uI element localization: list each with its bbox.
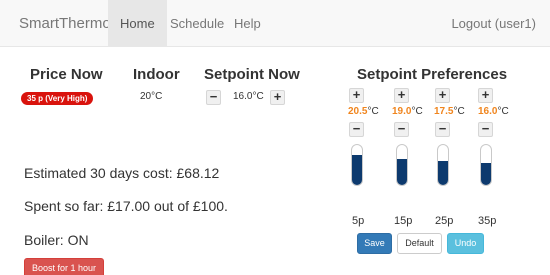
- default-button[interactable]: Default: [397, 233, 442, 254]
- price-badge: 35 p (Very High): [21, 92, 94, 105]
- setpoint-now-heading: Setpoint Now: [204, 66, 300, 83]
- nav-help[interactable]: Help: [222, 0, 273, 46]
- navbar: SmartThermo Home Schedule Help Logout (u…: [0, 0, 550, 47]
- pref-4-increase-button[interactable]: +: [478, 88, 493, 103]
- pref-4-value: 16.0°C: [478, 106, 509, 117]
- pref-3-value: 17.5°C: [434, 106, 465, 117]
- pref-1-bar[interactable]: [351, 144, 363, 186]
- pref-2-bar[interactable]: [396, 144, 408, 186]
- pref-3-bar[interactable]: [437, 144, 449, 186]
- spent-so-far: Spent so far: £17.00 out of £100.: [24, 198, 228, 214]
- indoor-heading: Indoor: [133, 66, 180, 83]
- setpoint-value: 16.0°C: [233, 91, 264, 102]
- pref-4-bar[interactable]: [480, 144, 492, 186]
- save-button[interactable]: Save: [357, 233, 392, 254]
- pref-1-decrease-button[interactable]: −: [349, 122, 364, 137]
- undo-button[interactable]: Undo: [447, 233, 484, 254]
- boiler-status: Boiler: ON: [24, 232, 89, 248]
- logout-link[interactable]: Logout (user1): [439, 0, 548, 46]
- boost-button[interactable]: Boost for 1 hour: [24, 258, 104, 275]
- pref-2-bar-fill: [397, 158, 407, 185]
- setpoint-decrease-button[interactable]: −: [206, 90, 221, 105]
- pref-3-label: 25p: [435, 215, 454, 227]
- pref-2-increase-button[interactable]: +: [394, 88, 409, 103]
- pref-1-value: 20.5°C: [348, 106, 379, 117]
- setpoint-preferences-heading: Setpoint Preferences: [357, 66, 508, 83]
- pref-2-label: 15p: [394, 215, 413, 227]
- pref-3-bar-fill: [438, 161, 448, 185]
- price-now-heading: Price Now: [30, 66, 103, 83]
- pref-1-bar-fill: [352, 155, 362, 185]
- pref-2-decrease-button[interactable]: −: [394, 122, 409, 137]
- pref-3-decrease-button[interactable]: −: [435, 122, 450, 137]
- pref-4-bar-fill: [481, 163, 491, 185]
- indoor-value: 20°C: [140, 91, 163, 102]
- pref-1-increase-button[interactable]: +: [349, 88, 364, 103]
- setpoint-increase-button[interactable]: +: [270, 90, 285, 105]
- estimated-cost: Estimated 30 days cost: £68.12: [24, 165, 220, 181]
- pref-4-label: 35p: [478, 215, 497, 227]
- pref-4-decrease-button[interactable]: −: [478, 122, 493, 137]
- pref-2-value: 19.0°C: [392, 106, 423, 117]
- brand-logo[interactable]: SmartThermo: [19, 15, 111, 32]
- pref-1-label: 5p: [352, 215, 365, 227]
- pref-3-increase-button[interactable]: +: [435, 88, 450, 103]
